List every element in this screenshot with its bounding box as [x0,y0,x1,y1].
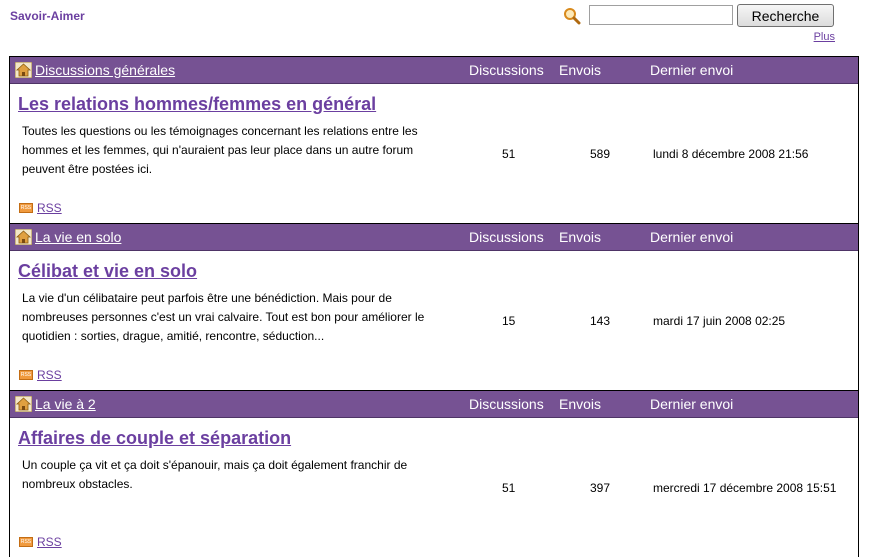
last-post-date: lundi 8 décembre 2008 21:56 [653,147,809,161]
category-link[interactable]: La vie à 2 [35,396,96,412]
last-post-date: mardi 17 juin 2008 02:25 [653,314,786,328]
forum-description: Un couple ça vit et ça doit s'épanouir, … [22,458,408,491]
forum-description: Toutes les questions ou les témoignages … [22,124,418,176]
col-header-envois: Envois [559,229,602,245]
col-header-envois: Envois [559,396,602,412]
more-link[interactable]: Plus [814,31,835,43]
forum-title-link[interactable]: Les relations hommes/femmes en général [18,94,376,115]
forum-title-link[interactable]: Célibat et vie en solo [18,261,197,282]
search-button[interactable]: Recherche [737,4,834,27]
forum-description: La vie d'un célibataire peut parfois êtr… [22,291,425,343]
forum-section: La vie en solo Discussions Envois Dernie… [10,224,858,391]
forum-section: Discussions générales Discussions Envois… [10,57,858,224]
col-header-discussions: Discussions [469,229,544,245]
col-header-last-post: Dernier envoi [650,229,734,245]
forum-table: Discussions générales Discussions Envois… [9,56,859,557]
envois-count: 397 [590,481,611,495]
discussions-count: 51 [502,481,516,495]
rss-row: RSS RSS [19,367,62,383]
section-header: La vie à 2 Discussions Envois Dernier en… [10,391,858,418]
envois-count: 589 [590,147,611,161]
search-icon [564,8,581,25]
rss-icon[interactable]: RSS [19,536,33,547]
forum-title-link[interactable]: Affaires de couple et séparation [18,428,291,449]
col-header-discussions: Discussions [469,396,544,412]
category-link[interactable]: Discussions générales [35,62,175,78]
col-header-discussions: Discussions [469,62,544,78]
section-header: La vie en solo Discussions Envois Dernie… [10,224,858,251]
col-header-envois: Envois [559,62,602,78]
col-header-last-post: Dernier envoi [650,396,734,412]
rss-icon[interactable]: RSS [19,202,33,213]
rss-row: RSS RSS [19,200,62,216]
rss-icon[interactable]: RSS [19,369,33,380]
home-icon[interactable] [15,396,32,412]
section-header: Discussions générales Discussions Envois… [10,57,858,84]
category-link[interactable]: La vie en solo [35,229,121,245]
home-icon[interactable] [15,62,32,78]
rss-link[interactable]: RSS [37,368,62,382]
discussions-count: 51 [502,147,516,161]
home-icon[interactable] [15,229,32,245]
rss-link[interactable]: RSS [37,535,62,549]
last-post-date: mercredi 17 décembre 2008 15:51 [653,481,837,495]
rss-row: RSS RSS [19,534,62,550]
site-title: Savoir-Aimer [10,9,85,23]
col-header-last-post: Dernier envoi [650,62,734,78]
forum-section: La vie à 2 Discussions Envois Dernier en… [10,391,858,557]
rss-link[interactable]: RSS [37,201,62,215]
search-input[interactable] [589,5,733,25]
discussions-count: 15 [502,314,516,328]
envois-count: 143 [590,314,611,328]
